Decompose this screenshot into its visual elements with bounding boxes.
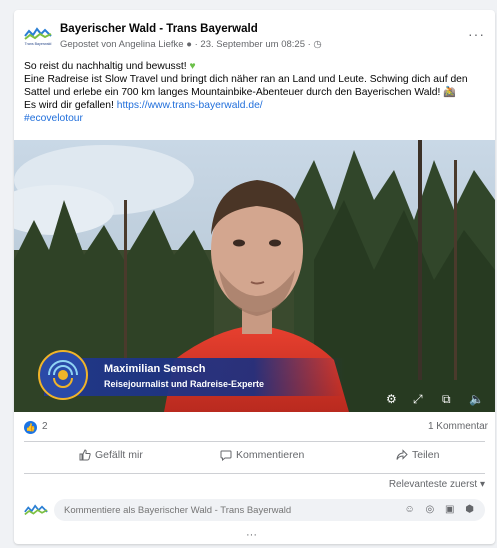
comment-icon <box>220 450 232 462</box>
website-link[interactable]: https://www.trans-bayerwald.de/ <box>117 100 263 111</box>
commenter-avatar <box>24 504 48 516</box>
thumbs-up-icon <box>79 449 91 461</box>
share-button-label: Teilen <box>412 449 440 461</box>
post-meta: Gepostet von Angelina Liefke ● · 23. Sep… <box>60 39 322 50</box>
share-button[interactable]: Teilen <box>396 449 439 467</box>
post-header: Trans Bayerwald Bayerischer Wald - Trans… <box>14 10 495 56</box>
divider-top <box>24 441 485 442</box>
lower-third: Maximilian Semsch Reisejournalist und Ra… <box>38 350 344 400</box>
more-comments-button[interactable]: ··· <box>246 529 257 541</box>
comment-button[interactable]: Kommentieren <box>220 449 304 467</box>
comment-composer: ☺ ◎ ▣ ⬢ <box>24 499 486 523</box>
comment-count[interactable]: 1 Kommentar <box>428 421 488 432</box>
like-reaction-icon[interactable]: 👍 <box>24 421 37 434</box>
like-count[interactable]: 2 <box>42 421 48 432</box>
like-button-label: Gefällt mir <box>95 449 143 461</box>
post-text-line-2: Eine Radreise ist Slow Travel und bringt… <box>24 74 468 98</box>
post-text-line-1: So reist du nachhaltig und bewusst! ♥ <box>24 60 488 73</box>
hashtag-link[interactable]: #ecovelotour <box>24 112 488 125</box>
picture-in-picture-icon[interactable]: ⧉ <box>442 392 451 407</box>
settings-icon[interactable]: ⚙ <box>386 392 397 406</box>
podcast-badge-icon <box>38 350 88 400</box>
comment-button-label: Kommentieren <box>236 449 305 461</box>
comment-sort-dropdown[interactable]: Relevanteste zuerst ▾ <box>389 479 485 490</box>
divider-bottom <box>24 473 485 474</box>
post-text-line-1-text: So reist du nachhaltig und bewusst! <box>24 61 190 72</box>
like-button[interactable]: Gefällt mir <box>79 449 143 467</box>
page-logo[interactable]: Trans Bayerwald <box>24 24 52 46</box>
video-player[interactable]: Maximilian Semsch Reisejournalist und Ra… <box>14 140 495 412</box>
lower-third-role: Reisejournalist und Radreise-Experte <box>104 379 265 389</box>
green-heart-icon: ♥ <box>189 61 196 72</box>
share-icon <box>396 449 408 460</box>
reaction-summary: 👍 2 1 Kommentar <box>24 420 488 436</box>
post-text-line-3-prefix: Es wird dir gefallen! <box>24 100 117 111</box>
volume-icon[interactable]: 🔈 <box>469 392 484 406</box>
post-text: So reist du nachhaltig und bewusst! ♥ Ei… <box>24 60 488 125</box>
page-name[interactable]: Bayerischer Wald - Trans Bayerwald <box>60 23 258 35</box>
post-text-line-3: Es wird dir gefallen! https://www.trans-… <box>24 99 488 112</box>
fullscreen-icon[interactable]: ⤢ <box>413 392 423 407</box>
lower-third-name: Maximilian Semsch <box>104 363 206 375</box>
post-card: Trans Bayerwald Bayerischer Wald - Trans… <box>14 10 495 544</box>
action-bar: Gefällt mir Kommentieren Teilen <box>24 445 485 471</box>
logo-caption: Trans Bayerwald <box>25 42 52 46</box>
composer-emoji-icons[interactable]: ☺ ◎ ▣ ⬢ <box>405 504 478 515</box>
more-options-button[interactable]: ··· <box>468 26 485 42</box>
